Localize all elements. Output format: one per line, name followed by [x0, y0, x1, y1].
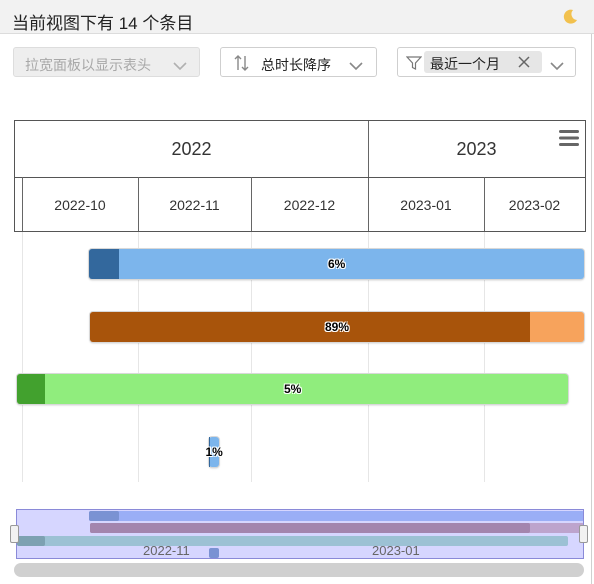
task-progress-label: 5% [284, 382, 302, 396]
moon-icon[interactable] [561, 8, 579, 26]
navigator-left-handle[interactable] [10, 525, 19, 543]
navigator-axis-label: 2022-11 [143, 543, 190, 558]
item-count-title: 当前视图下有 14 个条目 [12, 14, 194, 33]
year-label: 2022 [171, 139, 212, 159]
task-bar[interactable]: 6% [89, 249, 584, 279]
month-label: 2022-11 [169, 197, 220, 213]
task-progress-fill [89, 249, 119, 279]
filter-chip-label: 最近一个月 [430, 56, 500, 72]
month-label: 2022-10 [54, 197, 106, 213]
task-bar[interactable]: 5% [17, 374, 568, 404]
filter-chip[interactable]: 最近一个月 [424, 51, 542, 73]
chevron-down-icon [550, 58, 564, 74]
grid-line [22, 232, 23, 482]
navigator-axis-label: 2023-01 [372, 543, 420, 558]
close-icon[interactable] [518, 55, 530, 71]
show-columns-label: 拉宽面板以显示表头 [25, 57, 151, 73]
chevron-down-icon [173, 58, 187, 74]
task-progress-label: 1% [205, 445, 223, 459]
show-columns-button[interactable]: 拉宽面板以显示表头 [13, 47, 200, 77]
panel-divider [591, 34, 592, 584]
navigator-selection[interactable] [16, 509, 584, 559]
task-progress-label: 6% [328, 257, 346, 271]
month-label: 2022-12 [283, 197, 336, 213]
year-label: 2023 [456, 139, 497, 159]
task-bar[interactable]: 1% [206, 437, 223, 467]
month-label: 2023-01 [400, 197, 452, 213]
sort-icon [233, 54, 251, 75]
chevron-down-icon [349, 58, 363, 74]
sort-label: 总时长降序 [261, 57, 331, 73]
horizontal-scrollbar[interactable] [14, 563, 584, 577]
sort-select[interactable]: 总时长降序 [220, 47, 377, 77]
menu-icon[interactable] [559, 129, 579, 147]
filter-select[interactable]: 最近一个月 [397, 47, 576, 77]
navigator-right-handle[interactable] [579, 525, 588, 543]
filter-icon [405, 55, 423, 74]
task-progress-fill [17, 374, 45, 404]
gantt-timeline-header: 2022 2023 2022-10 2022-11 2022-12 2023-0… [14, 120, 586, 232]
month-label: 2023-02 [508, 197, 561, 213]
task-bar[interactable]: 89% [90, 312, 584, 342]
task-progress-label: 89% [325, 320, 350, 334]
task-progress-fill [90, 312, 530, 342]
